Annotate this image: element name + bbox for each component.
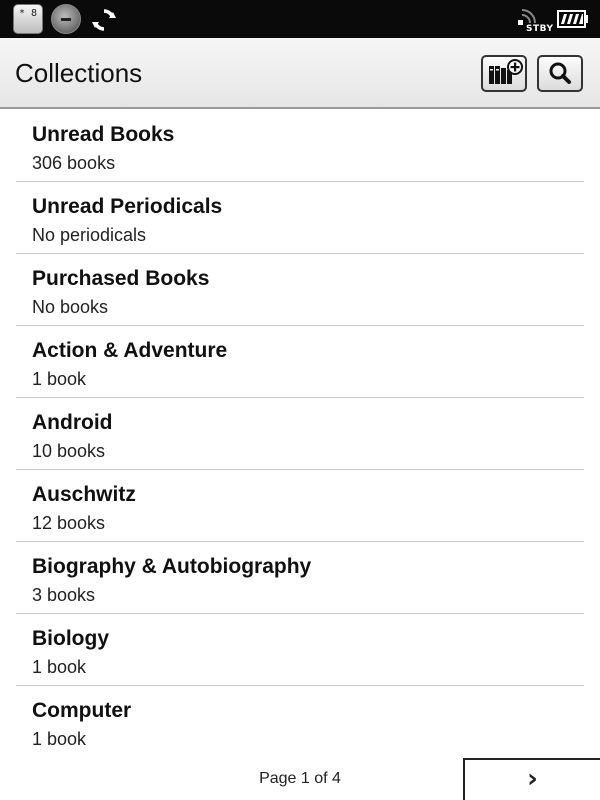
- list-item[interactable]: Biology 1 book: [16, 614, 584, 686]
- keypad-icon[interactable]: * 8: [13, 4, 43, 34]
- collection-count: 3 books: [32, 585, 96, 605]
- list-item[interactable]: Biography & Autobiography 3 books: [16, 542, 584, 614]
- collection-count: 10 books: [32, 441, 106, 461]
- collection-name: Computer: [32, 699, 132, 722]
- status-bar: * 8 STBY: [0, 0, 600, 38]
- header: Collections: [0, 38, 600, 109]
- collection-list: Unread Books 306 books Unread Periodical…: [16, 110, 584, 758]
- collection-name: Android: [32, 411, 113, 434]
- collection-count: 1 book: [32, 369, 87, 389]
- list-item[interactable]: Action & Adventure 1 book: [16, 326, 584, 398]
- add-collection-icon: [489, 59, 523, 84]
- next-page-button[interactable]: ›: [463, 758, 600, 800]
- list-item[interactable]: Auschwitz 12 books: [16, 470, 584, 542]
- standby-label: STBY: [526, 24, 554, 34]
- keypad-label: * 8: [18, 8, 38, 19]
- collection-name: Unread Books: [32, 123, 175, 146]
- list-item[interactable]: Unread Books 306 books: [16, 110, 584, 182]
- pagination-footer: Page 1 of 4 ›: [0, 758, 600, 800]
- list-item[interactable]: Computer 1 book: [16, 686, 584, 758]
- collection-name: Biography & Autobiography: [32, 555, 312, 578]
- collection-name: Biology: [32, 627, 109, 650]
- collection-name: Action & Adventure: [32, 339, 228, 362]
- music-player-icon[interactable]: [51, 4, 81, 34]
- collection-name: Unread Periodicals: [32, 195, 223, 218]
- list-item[interactable]: Purchased Books No books: [16, 254, 584, 326]
- collection-count: 1 book: [32, 657, 87, 677]
- collection-count: 12 books: [32, 513, 106, 533]
- search-button[interactable]: [537, 55, 583, 92]
- search-icon: [549, 62, 571, 84]
- add-collection-button[interactable]: [481, 55, 527, 92]
- collection-count: No books: [32, 297, 109, 317]
- sync-icon[interactable]: [91, 7, 117, 33]
- collection-name: Purchased Books: [32, 267, 210, 290]
- page-title: Collections: [15, 58, 143, 88]
- battery-icon: [557, 10, 588, 28]
- chevron-right-icon: ›: [527, 764, 538, 794]
- list-item[interactable]: Unread Periodicals No periodicals: [16, 182, 584, 254]
- collection-count: 1 book: [32, 729, 87, 749]
- collection-count: No periodicals: [32, 225, 147, 245]
- list-item[interactable]: Android 10 books: [16, 398, 584, 470]
- collection-count: 306 books: [32, 153, 116, 173]
- collection-name: Auschwitz: [32, 483, 136, 506]
